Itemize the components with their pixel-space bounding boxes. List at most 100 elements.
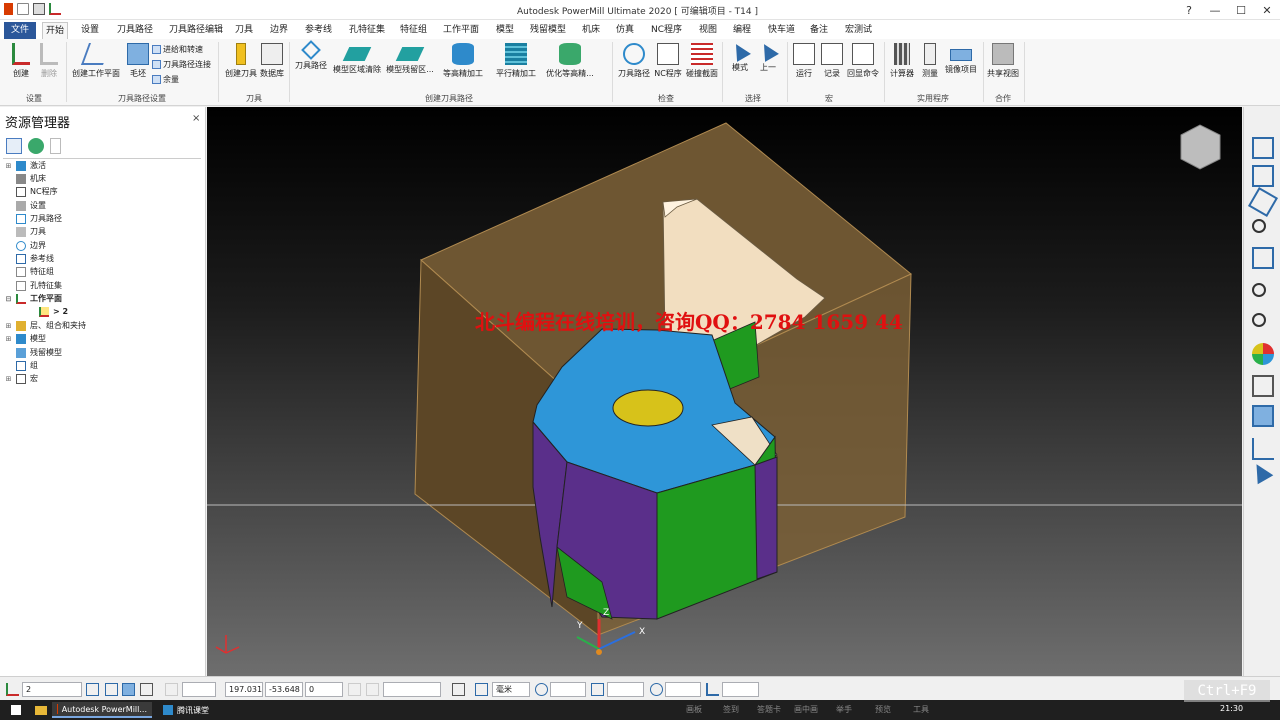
workplane-select[interactable]: 2: [22, 682, 82, 697]
tab-home[interactable]: 开始: [42, 22, 69, 39]
tree-item-models[interactable]: ⊞ 模型: [4, 332, 46, 345]
tree-item-workplanes[interactable]: ⊟ 工作平面: [4, 292, 62, 305]
tab-pattern[interactable]: 参考线: [302, 22, 335, 39]
tray-item[interactable]: 画中画: [794, 704, 818, 715]
share-view-button[interactable]: 共享视图: [983, 43, 1023, 79]
globe-icon[interactable]: [28, 138, 44, 154]
toolpath-connections-button[interactable]: 刀具路径连接: [152, 59, 211, 70]
model-area-clear-button[interactable]: 模型区域清除: [333, 43, 381, 75]
constant-z-finish-button[interactable]: 等高精加工: [441, 43, 485, 79]
tray-item[interactable]: 签到: [723, 704, 739, 715]
y-coordinate-field[interactable]: -53.648: [265, 682, 303, 697]
model-rest-area-button[interactable]: 模型残留区...: [386, 43, 434, 75]
collapse-icon[interactable]: ⊟: [4, 295, 13, 303]
field-blank[interactable]: [182, 682, 216, 697]
tree-item-hole-features[interactable]: 孔特征集: [4, 279, 62, 292]
expand-icon[interactable]: ⊞: [4, 322, 13, 330]
solid-cube-icon[interactable]: [1252, 405, 1274, 427]
tab-hole-features[interactable]: 孔特征集: [346, 22, 388, 39]
taskbar-app-powermill[interactable]: Autodesk PowerMill...: [52, 702, 152, 718]
file-explorer-button[interactable]: [30, 702, 52, 718]
trash-icon[interactable]: [50, 138, 61, 154]
tab-tool[interactable]: 刀具: [232, 22, 256, 39]
field-blank[interactable]: [665, 682, 701, 697]
tree-item-feature-groups[interactable]: 特征组: [4, 265, 54, 278]
tab-toolpaths[interactable]: 刀具路径: [114, 22, 156, 39]
tree-item-levels[interactable]: ⊞ 层、组合和夹持: [4, 319, 86, 332]
tab-programming[interactable]: 编程: [730, 22, 754, 39]
tab-file[interactable]: 文件: [4, 22, 37, 39]
snap-icon[interactable]: [86, 683, 99, 696]
field-blank[interactable]: [607, 682, 644, 697]
field-blank[interactable]: [383, 682, 441, 697]
tab-workplane[interactable]: 工作平面: [440, 22, 482, 39]
tree-item-boundaries[interactable]: 边界: [4, 239, 46, 252]
tree-item-active[interactable]: ⊞ 激活: [4, 159, 46, 172]
tree-item-nc-programs[interactable]: NC程序: [4, 185, 58, 198]
zoom-fit-icon[interactable]: [1252, 283, 1266, 297]
angle-icon[interactable]: [706, 683, 719, 696]
help-button[interactable]: ?: [1176, 0, 1202, 20]
maximize-button[interactable]: ☐: [1228, 0, 1254, 20]
open-icon[interactable]: [17, 3, 29, 15]
tree-item-machine[interactable]: 机床: [4, 172, 46, 185]
tray-item[interactable]: 举手: [836, 704, 852, 715]
tab-machine[interactable]: 机床: [579, 22, 603, 39]
tab-notes[interactable]: 备注: [807, 22, 831, 39]
explorer-close-button[interactable]: ×: [192, 113, 200, 124]
tab-stock-model[interactable]: 残留模型: [527, 22, 569, 39]
tree-item-tools[interactable]: 刀具: [4, 225, 46, 238]
save-icon[interactable]: [33, 3, 45, 15]
tree-item-macros[interactable]: ⊞ 宏: [4, 372, 38, 385]
delete-button[interactable]: 删除: [29, 43, 69, 79]
graphics-viewport[interactable]: Z X Y 北斗编程在线培训，咨询QQ：2784 1659 44: [207, 107, 1242, 676]
feeds-speeds-button[interactable]: 进给和转速: [152, 44, 203, 55]
z-coordinate-field[interactable]: 0: [305, 682, 343, 697]
tolerance-icon[interactable]: [591, 683, 604, 696]
tab-view[interactable]: 视图: [696, 22, 720, 39]
tab-boundary[interactable]: 边界: [267, 22, 291, 39]
tray-item[interactable]: 答题卡: [757, 704, 781, 715]
select-cursor-icon[interactable]: [1252, 438, 1274, 460]
zoom-icon[interactable]: [1252, 219, 1266, 233]
optimized-constant-z-button[interactable]: 优化等高精...: [545, 43, 595, 79]
workplane-icon[interactable]: [49, 3, 61, 15]
field-blank[interactable]: [550, 682, 586, 697]
tree-item-workplane-2[interactable]: > 2: [36, 305, 68, 318]
refresh-view-icon[interactable]: [1252, 247, 1274, 269]
taskbar-app-tencent[interactable]: 腾讯课堂: [158, 702, 214, 718]
close-button[interactable]: ✕: [1254, 0, 1280, 20]
tab-model[interactable]: 模型: [493, 22, 517, 39]
previous-selection-button[interactable]: 上一: [748, 40, 788, 73]
crosshair-icon[interactable]: [535, 683, 548, 696]
shaded-view-icon[interactable]: [1252, 343, 1274, 365]
tree-item-toolpaths[interactable]: 刀具路径: [4, 212, 62, 225]
tab-nc-programs[interactable]: NC程序: [648, 22, 685, 39]
tab-fast-lane[interactable]: 快车道: [765, 22, 798, 39]
expand-icon[interactable]: ⊞: [4, 335, 13, 343]
snap-filter-icon[interactable]: [122, 683, 135, 696]
tray-item[interactable]: 画板: [686, 704, 702, 715]
mirror-project-button[interactable]: 镜像项目: [941, 43, 981, 75]
tab-setup[interactable]: 设置: [78, 22, 102, 39]
tab-feature-groups[interactable]: 特征组: [397, 22, 430, 39]
tree-item-groups[interactable]: 组: [4, 359, 38, 372]
raster-finish-button[interactable]: 平行精加工: [494, 43, 538, 79]
tray-item[interactable]: 预览: [875, 704, 891, 715]
tree-item-setup[interactable]: 设置: [4, 199, 46, 212]
allowance-button[interactable]: 余量: [152, 74, 179, 85]
ruler-icon[interactable]: [475, 683, 488, 696]
tree-item-stock-models[interactable]: 残留模型: [4, 346, 62, 359]
start-button[interactable]: [6, 702, 26, 718]
zoom-box-icon[interactable]: [1252, 313, 1266, 327]
x-coordinate-field[interactable]: 197.031: [225, 682, 263, 697]
rotate-view-icon[interactable]: [1247, 186, 1279, 218]
expand-icon[interactable]: ⊞: [4, 162, 13, 170]
minimize-button[interactable]: —: [1202, 0, 1228, 20]
units-field[interactable]: 毫米: [492, 682, 530, 697]
view-fit-icon[interactable]: [1252, 137, 1274, 159]
calculator-icon[interactable]: [452, 683, 465, 696]
grid-icon[interactable]: [140, 683, 153, 696]
tab-toolpath-edit[interactable]: 刀具路径编辑: [166, 22, 226, 39]
toolpaths-button[interactable]: 刀具路径: [291, 40, 331, 71]
